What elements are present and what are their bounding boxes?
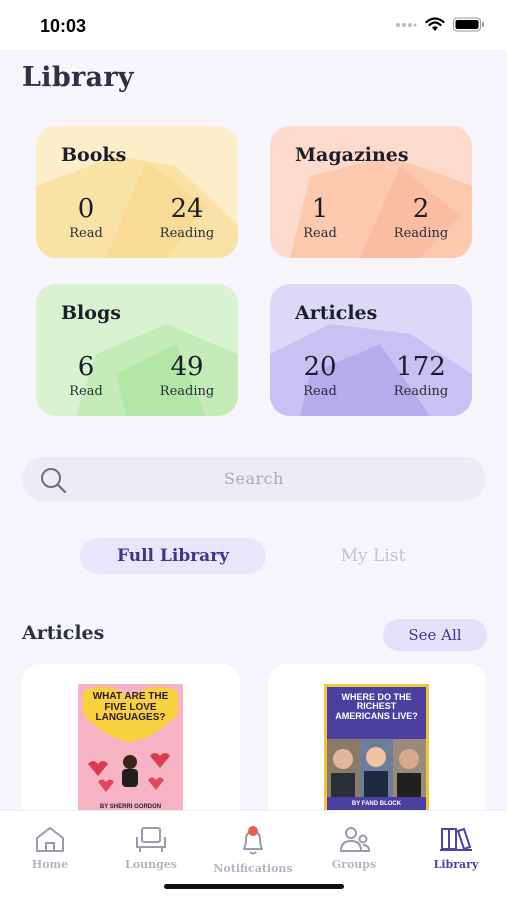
card-title: Magazines: [295, 144, 409, 166]
articles-card[interactable]: Articles 20 Read 172 Reading: [270, 284, 472, 416]
read-count: 1: [311, 194, 329, 224]
reading-label: Reading: [159, 226, 215, 241]
page-title: Library: [22, 62, 134, 93]
status-time: 10:03: [40, 16, 87, 36]
read-label: Read: [69, 226, 103, 241]
battery-icon: [453, 17, 484, 32]
reading-label: Reading: [393, 384, 449, 399]
tab-my-list[interactable]: My List: [310, 538, 436, 574]
reading-count: 172: [396, 352, 446, 382]
books-card[interactable]: Books 0 Read 24 Reading: [36, 126, 238, 258]
section-title: Articles: [22, 622, 105, 644]
tab-label: Home: [31, 858, 69, 871]
reading-count: 49: [170, 352, 204, 382]
reading-count: 2: [412, 194, 430, 224]
blogs-card[interactable]: Blogs 6 Read 49 Reading: [36, 284, 238, 416]
article-cover: WHAT ARE THE FIVE LOVE LANGUAGES? BY SHE…: [78, 684, 183, 814]
article-card[interactable]: WHAT ARE THE FIVE LOVE LANGUAGES? BY SHE…: [22, 664, 240, 824]
read-count: 20: [303, 352, 337, 382]
bell-icon: [243, 826, 263, 855]
card-title: Blogs: [61, 302, 121, 324]
read-label: Read: [69, 384, 103, 399]
tab-label: Library: [433, 858, 479, 871]
card-title: Books: [61, 144, 127, 166]
status-icons: [395, 17, 485, 32]
library-icon: [440, 827, 472, 851]
card-title: Articles: [295, 302, 378, 324]
tab-home[interactable]: Home: [0, 825, 100, 875]
reading-label: Reading: [159, 384, 215, 399]
cover-title: WHAT ARE THE FIVE LOVE LANGUAGES?: [92, 691, 169, 723]
groups-icon: [339, 827, 371, 852]
see-all-button[interactable]: See All: [383, 619, 487, 651]
magazines-card[interactable]: Magazines 1 Read 2 Reading: [270, 126, 472, 258]
illustration: [88, 753, 170, 792]
lounges-icon: [136, 827, 166, 852]
tab-label: Groups: [331, 858, 377, 871]
read-count: 6: [77, 352, 95, 382]
tab-label: Notifications: [213, 862, 293, 875]
read-label: Read: [303, 226, 337, 241]
tab-lounges[interactable]: Lounges: [101, 825, 201, 875]
tab-full-library[interactable]: Full Library: [80, 538, 266, 574]
article-card[interactable]: WHERE DO THE RICHEST AMERICANS LIVE? BY …: [268, 664, 486, 824]
read-label: Read: [303, 384, 337, 399]
portraits: [327, 739, 426, 797]
cover-author: BY FAND BLOCK: [351, 801, 402, 807]
home-indicator: [164, 884, 344, 889]
search-input[interactable]: Search: [22, 457, 486, 501]
cover-title: WHERE DO THE RICHEST AMERICANS LIVE?: [335, 692, 418, 721]
home-icon: [36, 827, 64, 852]
signal-icon: [396, 22, 417, 27]
search-placeholder: Search: [224, 469, 284, 488]
reading-count: 24: [170, 194, 204, 224]
reading-label: Reading: [393, 226, 449, 241]
status-bar: 10:03: [0, 0, 507, 50]
tab-library[interactable]: Library: [406, 825, 506, 875]
wifi-icon: [425, 17, 445, 31]
tab-groups[interactable]: Groups: [304, 825, 404, 875]
tab-label: Lounges: [125, 858, 177, 871]
article-cover: WHERE DO THE RICHEST AMERICANS LIVE? BY …: [324, 684, 429, 814]
read-count: 0: [77, 194, 95, 224]
tab-notifications[interactable]: Notifications: [203, 825, 303, 875]
